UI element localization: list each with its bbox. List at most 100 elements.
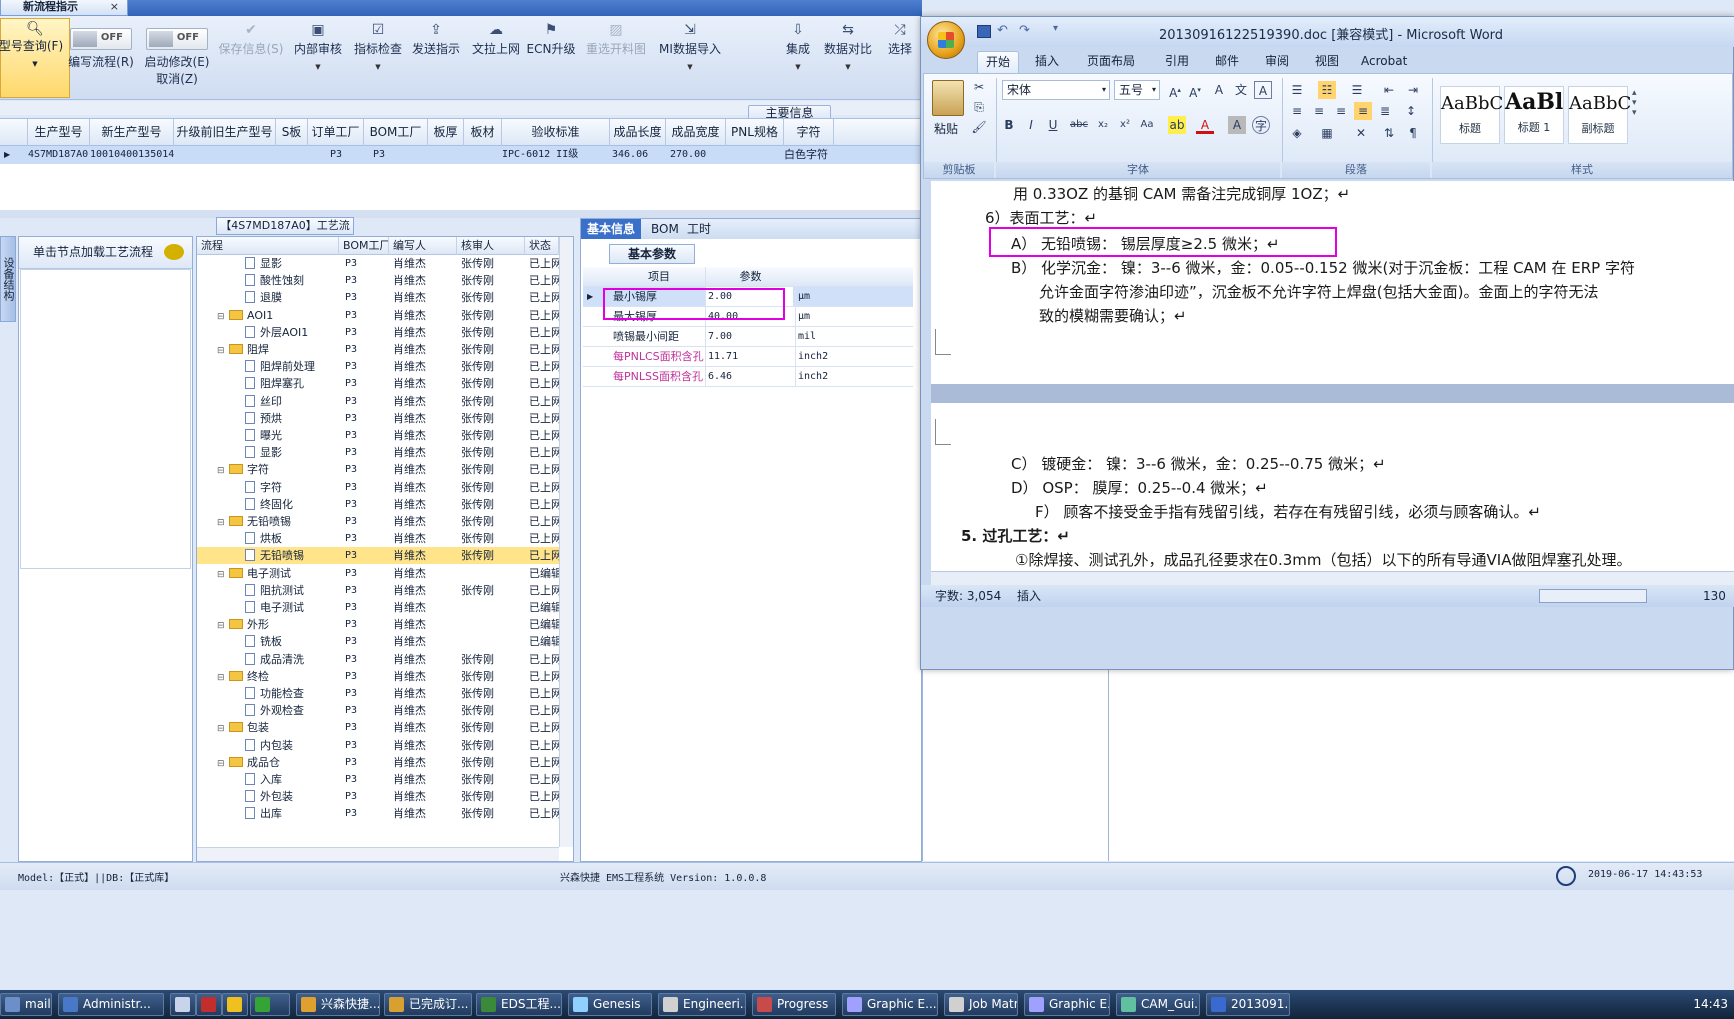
tree-row[interactable]: 功能检查 P3 肖维杰 张传刚 已上网 <box>197 685 559 702</box>
tree-row[interactable]: 外层AOI1 P3 肖维杰 张传刚 已上网 <box>197 324 559 341</box>
tab-basic-params[interactable]: 基本参数 <box>609 244 695 264</box>
increase-indent-icon[interactable]: ⇥ <box>1404 81 1422 99</box>
view-buttons[interactable] <box>1539 589 1647 603</box>
distributed-icon[interactable]: ≣ <box>1376 102 1394 120</box>
taskbar-button[interactable]: Graphic E... <box>842 993 938 1016</box>
internal-audit-button[interactable]: ▣ 内部审核 ▼ <box>288 20 348 92</box>
tree-row[interactable]: 酸性蚀刻 P3 肖维杰 张传刚 已上网 <box>197 272 559 289</box>
param-row[interactable]: 喷锡最小间距 7.00 mil <box>583 327 913 347</box>
phonetic-guide-icon[interactable]: 文 <box>1232 81 1250 99</box>
font-color-icon[interactable]: A <box>1196 116 1214 134</box>
table-row[interactable]: ▶ 4S7MD187A0 10010400135014 P3 P3 IPC-60… <box>0 146 922 164</box>
col-header[interactable]: 核审人 <box>457 237 525 255</box>
col-header[interactable]: 状态 <box>525 237 559 255</box>
strikethrough-icon[interactable]: abc <box>1070 116 1088 134</box>
align-center-icon[interactable]: ≡ <box>1310 102 1328 120</box>
tree-row[interactable]: 出库 P3 肖维杰 张传刚 已上网 <box>197 805 559 822</box>
col-header[interactable]: PNL规格 <box>726 119 784 147</box>
param-row[interactable]: 每PNLCS面积含孔 11.71 inch2 <box>583 347 913 367</box>
enable-edit-toggle[interactable]: OFF 启动修改(E) 取消(Z) <box>142 20 212 92</box>
taskbar-button[interactable]: Engineeri... <box>658 993 746 1016</box>
tree-row[interactable]: ⊟ 外形 P3 肖维杰 已编辑 <box>197 616 559 633</box>
param-value[interactable]: 11.71 <box>705 347 793 366</box>
ecn-upgrade-button[interactable]: ⚑ ECN升级 <box>524 20 578 92</box>
sort-icon[interactable]: ⇅ <box>1380 124 1398 142</box>
numbering-icon[interactable]: ☷ <box>1318 81 1336 99</box>
paste-button[interactable]: 粘贴 <box>934 120 958 137</box>
tree-row[interactable]: 无铅喷锡 P3 肖维杰 张传刚 已上网 <box>197 547 559 565</box>
document-area[interactable]: 用 0.33OZ 的基铜 CAM 需备注完成铜厚 1OZ；↵ 6）表面工艺：↵ … <box>931 181 1734 571</box>
tab-references[interactable]: 引用 <box>1157 51 1197 73</box>
word-count[interactable]: 字数: 3,054 <box>935 585 1001 607</box>
bullets-icon[interactable]: ☰ <box>1288 81 1306 99</box>
word-horizontal-scrollbar[interactable] <box>931 571 1734 585</box>
tree-row[interactable]: 终固化 P3 肖维杰 张传刚 已上网 <box>197 496 559 513</box>
tree-row[interactable]: ⊟ 终检 P3 肖维杰 张传刚 已上网 <box>197 668 559 685</box>
format-painter-icon[interactable]: 🖌︎ <box>970 118 988 136</box>
taskbar-button[interactable]: EDS工程... <box>476 993 562 1016</box>
data-compare-button[interactable]: ⇆ 数据对比 ▼ <box>818 20 878 92</box>
tree-row[interactable]: 显影 P3 肖维杰 张传刚 已上网 <box>197 444 559 461</box>
tab-review[interactable]: 审阅 <box>1257 51 1297 73</box>
tree-row[interactable]: ⊟ 电子测试 P3 肖维杰 已编辑 <box>197 565 559 582</box>
reselect-image-button[interactable]: ▨ 重选开料图 <box>578 20 654 92</box>
tree-row[interactable]: 成品清洗 P3 肖维杰 张传刚 已上网 <box>197 651 559 668</box>
comment-bubble-icon[interactable] <box>164 244 184 260</box>
highlight-color-icon[interactable]: ab <box>1168 116 1186 134</box>
send-indicator-button[interactable]: ⇪ 发送指示 <box>406 20 466 92</box>
bold-icon[interactable]: B <box>1000 116 1018 134</box>
col-header[interactable]: BOM工厂 <box>364 119 428 147</box>
tab-mailings[interactable]: 邮件 <box>1207 51 1247 73</box>
line-spacing-icon[interactable]: ↕ <box>1402 102 1420 120</box>
tree-row[interactable]: 外观检查 P3 肖维杰 张传刚 已上网 <box>197 702 559 719</box>
taskbar-clock[interactable]: 14:43 <box>1693 990 1728 1019</box>
taskbar-button[interactable]: 已完成订... <box>384 993 472 1016</box>
style-heading-1[interactable]: AaBl 标题 1 <box>1504 86 1564 144</box>
taskbar-button[interactable]: Job Matr... <box>944 993 1018 1016</box>
tab-bom[interactable]: BOM <box>645 219 685 239</box>
param-row[interactable]: 每PNLSS面积含孔 6.46 inch2 <box>583 367 913 387</box>
col-header[interactable]: 编写人 <box>389 237 457 255</box>
taskbar-button[interactable]: 2013091... <box>1206 993 1290 1016</box>
taskbar-button[interactable]: Progress <box>752 993 836 1016</box>
tree-row[interactable]: 曝光 P3 肖维杰 张传刚 已上网 <box>197 427 559 444</box>
taskbar-button[interactable] <box>250 993 290 1016</box>
col-header[interactable]: 板厚 <box>428 119 464 147</box>
tree-row[interactable]: 字符 P3 肖维杰 张传刚 已上网 <box>197 479 559 496</box>
col-header[interactable]: 成品宽度 <box>666 119 726 147</box>
tree-row[interactable]: ⊟ 成品仓 P3 肖维杰 张传刚 已上网 <box>197 754 559 771</box>
underline-icon[interactable]: U <box>1044 116 1062 134</box>
cancel-button[interactable]: 取消(Z) <box>142 70 212 87</box>
col-header[interactable]: 成品长度 <box>610 119 666 147</box>
show-marks-icon[interactable]: ¶ <box>1404 124 1422 142</box>
col-header[interactable]: 新生产型号 <box>90 119 174 147</box>
tree-row[interactable]: ⊟ 包装 P3 肖维杰 张传刚 已上网 <box>197 719 559 736</box>
col-header[interactable]: S板 <box>276 119 308 147</box>
tree-row[interactable]: 丝印 P3 肖维杰 张传刚 已上网 <box>197 393 559 410</box>
taskbar-button[interactable] <box>170 993 196 1016</box>
document-page[interactable]: C） 镀硬金： 镍：3--6 微米，金：0.25--0.75 微米；↵ D） O… <box>931 403 1734 571</box>
tab-insert[interactable]: 插入 <box>1027 51 1067 73</box>
zoom-level[interactable]: 130 <box>1703 585 1726 607</box>
col-header[interactable]: 板材 <box>464 119 502 147</box>
tab-page-layout[interactable]: 页面布局 <box>1079 51 1143 73</box>
vertical-scrollbar[interactable] <box>559 237 573 847</box>
toggle-switch[interactable]: OFF <box>70 28 132 50</box>
taskbar-button[interactable]: 兴森快捷... <box>296 993 380 1016</box>
toggle-switch[interactable]: OFF <box>146 28 208 50</box>
mi-import-button[interactable]: ⇲ MI数据导入 ▼ <box>654 20 726 92</box>
tree-row[interactable]: 阻焊前处理 P3 肖维杰 张传刚 已上网 <box>197 358 559 375</box>
tree-row[interactable]: ⊟ 阻焊 P3 肖维杰 张传刚 已上网 <box>197 341 559 358</box>
taskbar-button[interactable]: mail <box>0 993 52 1016</box>
select-button[interactable]: ⤮ 选择 <box>880 20 920 92</box>
tree-row[interactable]: 电子测试 P3 肖维杰 已编辑 <box>197 599 559 616</box>
tree-row[interactable]: 烘板 P3 肖维杰 张传刚 已上网 <box>197 530 559 547</box>
tree-row[interactable]: 阻焊塞孔 P3 肖维杰 张传刚 已上网 <box>197 375 559 392</box>
undo-icon[interactable]: ↶ <box>997 23 1008 38</box>
edit-flow-toggle[interactable]: OFF 编写流程(R) <box>68 20 134 92</box>
multilevel-list-icon[interactable]: ☰ <box>1348 81 1366 99</box>
subscript-icon[interactable]: x₂ <box>1094 116 1112 134</box>
justify-icon[interactable]: ≡ <box>1354 102 1372 120</box>
shrink-font-icon[interactable]: A▾ <box>1186 81 1204 100</box>
flow-list[interactable] <box>20 269 191 569</box>
